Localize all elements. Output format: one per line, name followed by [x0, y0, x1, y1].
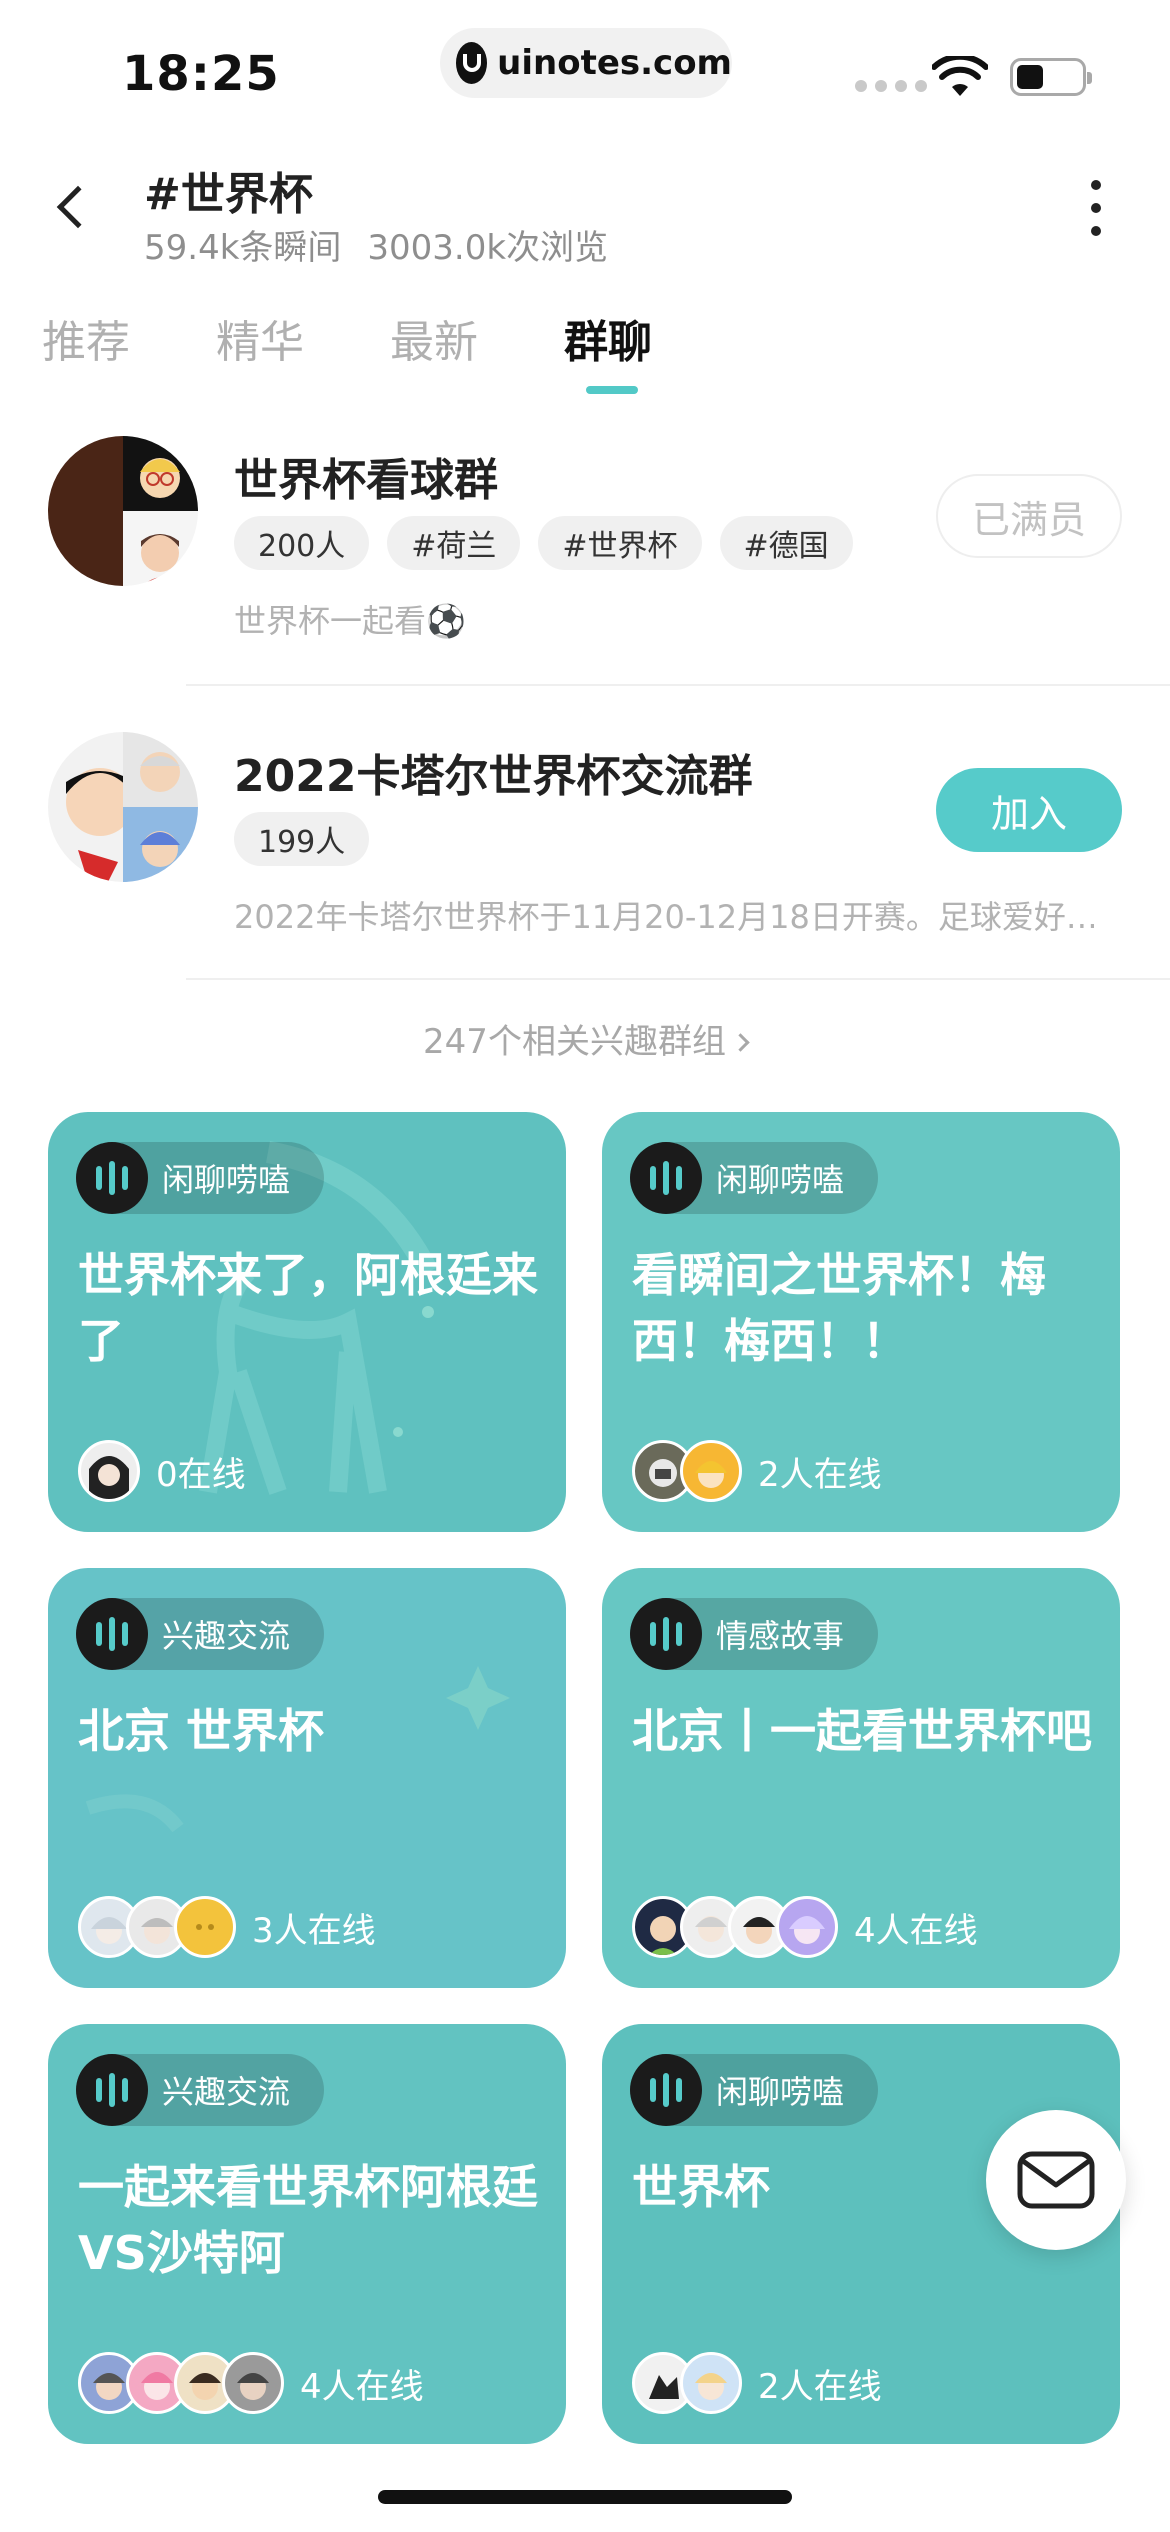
avatar [680, 1440, 742, 1502]
group-item[interactable]: 世界杯看球群 200人 #荷兰 #世界杯 #德国 世界杯一起看⚽ 已满员 [0, 436, 1170, 696]
group-avatar [48, 732, 198, 882]
wifi-icon [932, 56, 988, 96]
room-title: 北京 世界杯 [78, 1704, 325, 1758]
room-category-badge: 闲聊唠嗑 [630, 1142, 879, 1214]
group-tag: 199人 [234, 812, 370, 866]
audio-bars-icon [76, 2054, 148, 2126]
group-name: 2022卡塔尔世界杯交流群 [234, 751, 753, 802]
room-footer: 2人在线 [632, 1440, 882, 1502]
group-tags: 200人 #荷兰 #世界杯 #德国 [234, 516, 853, 570]
group-tag[interactable]: #荷兰 [387, 516, 521, 570]
room-card[interactable]: 情感故事 北京丨一起看世界杯吧 4人在线 [602, 1568, 1120, 1988]
status-bar: 18:25 uinotes.com [0, 0, 1170, 140]
avatar [776, 1896, 838, 1958]
room-card[interactable]: 闲聊唠嗑 世界杯来了，阿根廷来了 0在线 [48, 1112, 566, 1532]
group-description: 2022年卡塔尔世界杯于11月20-12月18日开赛。足球爱好… [234, 898, 1094, 936]
online-count: 0在线 [156, 1454, 246, 1495]
room-category: 兴趣交流 [162, 2073, 291, 2111]
room-category: 闲聊唠嗑 [716, 1161, 845, 1199]
room-card[interactable]: 兴趣交流 北京 世界杯 3人在线 [48, 1568, 566, 1988]
online-count: 2人在线 [758, 1454, 882, 1495]
group-name: 世界杯看球群 [234, 455, 498, 506]
room-category-badge: 情感故事 [630, 1598, 879, 1670]
moments-count: 59.4k条瞬间 [144, 228, 342, 268]
topic-title: #世界杯 [144, 169, 313, 220]
avatar [222, 2352, 284, 2414]
related-groups-label: 247个相关兴趣群组 [423, 1022, 726, 1062]
room-category-badge: 闲聊唠嗑 [630, 2054, 879, 2126]
back-button[interactable] [48, 172, 100, 242]
room-title: 世界杯来了，阿根廷来了 [78, 1248, 538, 1368]
tab-recommended[interactable]: 推荐 [42, 306, 130, 370]
tab-bar: 推荐 精华 最新 群聊 [42, 306, 738, 394]
room-footer: 4人在线 [78, 2352, 424, 2414]
room-category-badge: 兴趣交流 [76, 1598, 325, 1670]
room-category: 闲聊唠嗑 [716, 2073, 845, 2111]
room-category-badge: 兴趣交流 [76, 2054, 325, 2126]
room-category: 兴趣交流 [162, 1617, 291, 1655]
avatar [174, 1896, 236, 1958]
status-time: 18:25 [122, 46, 280, 102]
views-count: 3003.0k次浏览 [367, 228, 609, 268]
room-category-badge: 闲聊唠嗑 [76, 1142, 325, 1214]
url-pill[interactable]: uinotes.com [440, 28, 732, 98]
avatar [78, 1440, 140, 1502]
online-count: 3人在线 [252, 1910, 376, 1951]
room-footer: 0在线 [78, 1440, 246, 1502]
group-tag: 200人 [234, 516, 370, 570]
online-count: 4人在线 [854, 1910, 978, 1951]
chevron-left-icon [56, 185, 100, 229]
avatar [680, 2352, 742, 2414]
topic-stats: 59.4k条瞬间 3003.0k次浏览 [144, 220, 608, 269]
signal-icon [855, 80, 927, 92]
group-tags: 199人 [234, 812, 370, 866]
message-button[interactable] [986, 2110, 1126, 2250]
online-count: 2人在线 [758, 2366, 882, 2407]
room-title: 一起来看世界杯阿根廷VS沙特阿 [78, 2160, 538, 2280]
join-group-button[interactable]: 加入 [936, 768, 1122, 852]
site-logo-icon [456, 42, 488, 84]
audio-bars-icon [76, 1142, 148, 1214]
audio-bars-icon [76, 1598, 148, 1670]
group-tag[interactable]: #世界杯 [538, 516, 702, 570]
more-vertical-icon[interactable] [1086, 180, 1106, 236]
tab-latest[interactable]: 最新 [390, 306, 478, 370]
audio-bars-icon [630, 1142, 702, 1214]
audio-bars-icon [630, 1598, 702, 1670]
room-title: 看瞬间之世界杯！梅西！梅西！！ [632, 1248, 1046, 1368]
url-text: uinotes.com [497, 43, 732, 83]
online-count: 4人在线 [300, 2366, 424, 2407]
room-card[interactable]: 兴趣交流 一起来看世界杯阿根廷VS沙特阿 4人在线 [48, 2024, 566, 2444]
related-groups-link[interactable]: 247个相关兴趣群组 [0, 1014, 1170, 1063]
group-item[interactable]: 2022卡塔尔世界杯交流群 199人 2022年卡塔尔世界杯于11月20-12月… [0, 732, 1170, 962]
battery-icon [1010, 58, 1092, 96]
room-footer: 4人在线 [632, 1896, 978, 1958]
room-category: 情感故事 [716, 1617, 845, 1655]
tab-group-chat[interactable]: 群聊 [564, 306, 652, 394]
tab-featured[interactable]: 精华 [216, 306, 304, 370]
group-description: 世界杯一起看⚽ [234, 602, 466, 640]
room-title: 北京丨一起看世界杯吧 [632, 1704, 1092, 1758]
room-category: 闲聊唠嗑 [162, 1161, 291, 1199]
divider [186, 684, 1170, 686]
room-card[interactable]: 闲聊唠嗑 看瞬间之世界杯！梅西！梅西！！ 2人在线 [602, 1112, 1120, 1532]
group-full-button[interactable]: 已满员 [936, 474, 1122, 558]
audio-bars-icon [630, 2054, 702, 2126]
home-indicator[interactable] [378, 2490, 792, 2504]
group-avatar [48, 436, 198, 586]
group-tag[interactable]: #德国 [719, 516, 853, 570]
room-footer: 3人在线 [78, 1896, 376, 1958]
divider [186, 978, 1170, 980]
chevron-right-icon [731, 1033, 750, 1052]
room-footer: 2人在线 [632, 2352, 882, 2414]
envelope-icon [1017, 2151, 1095, 2209]
